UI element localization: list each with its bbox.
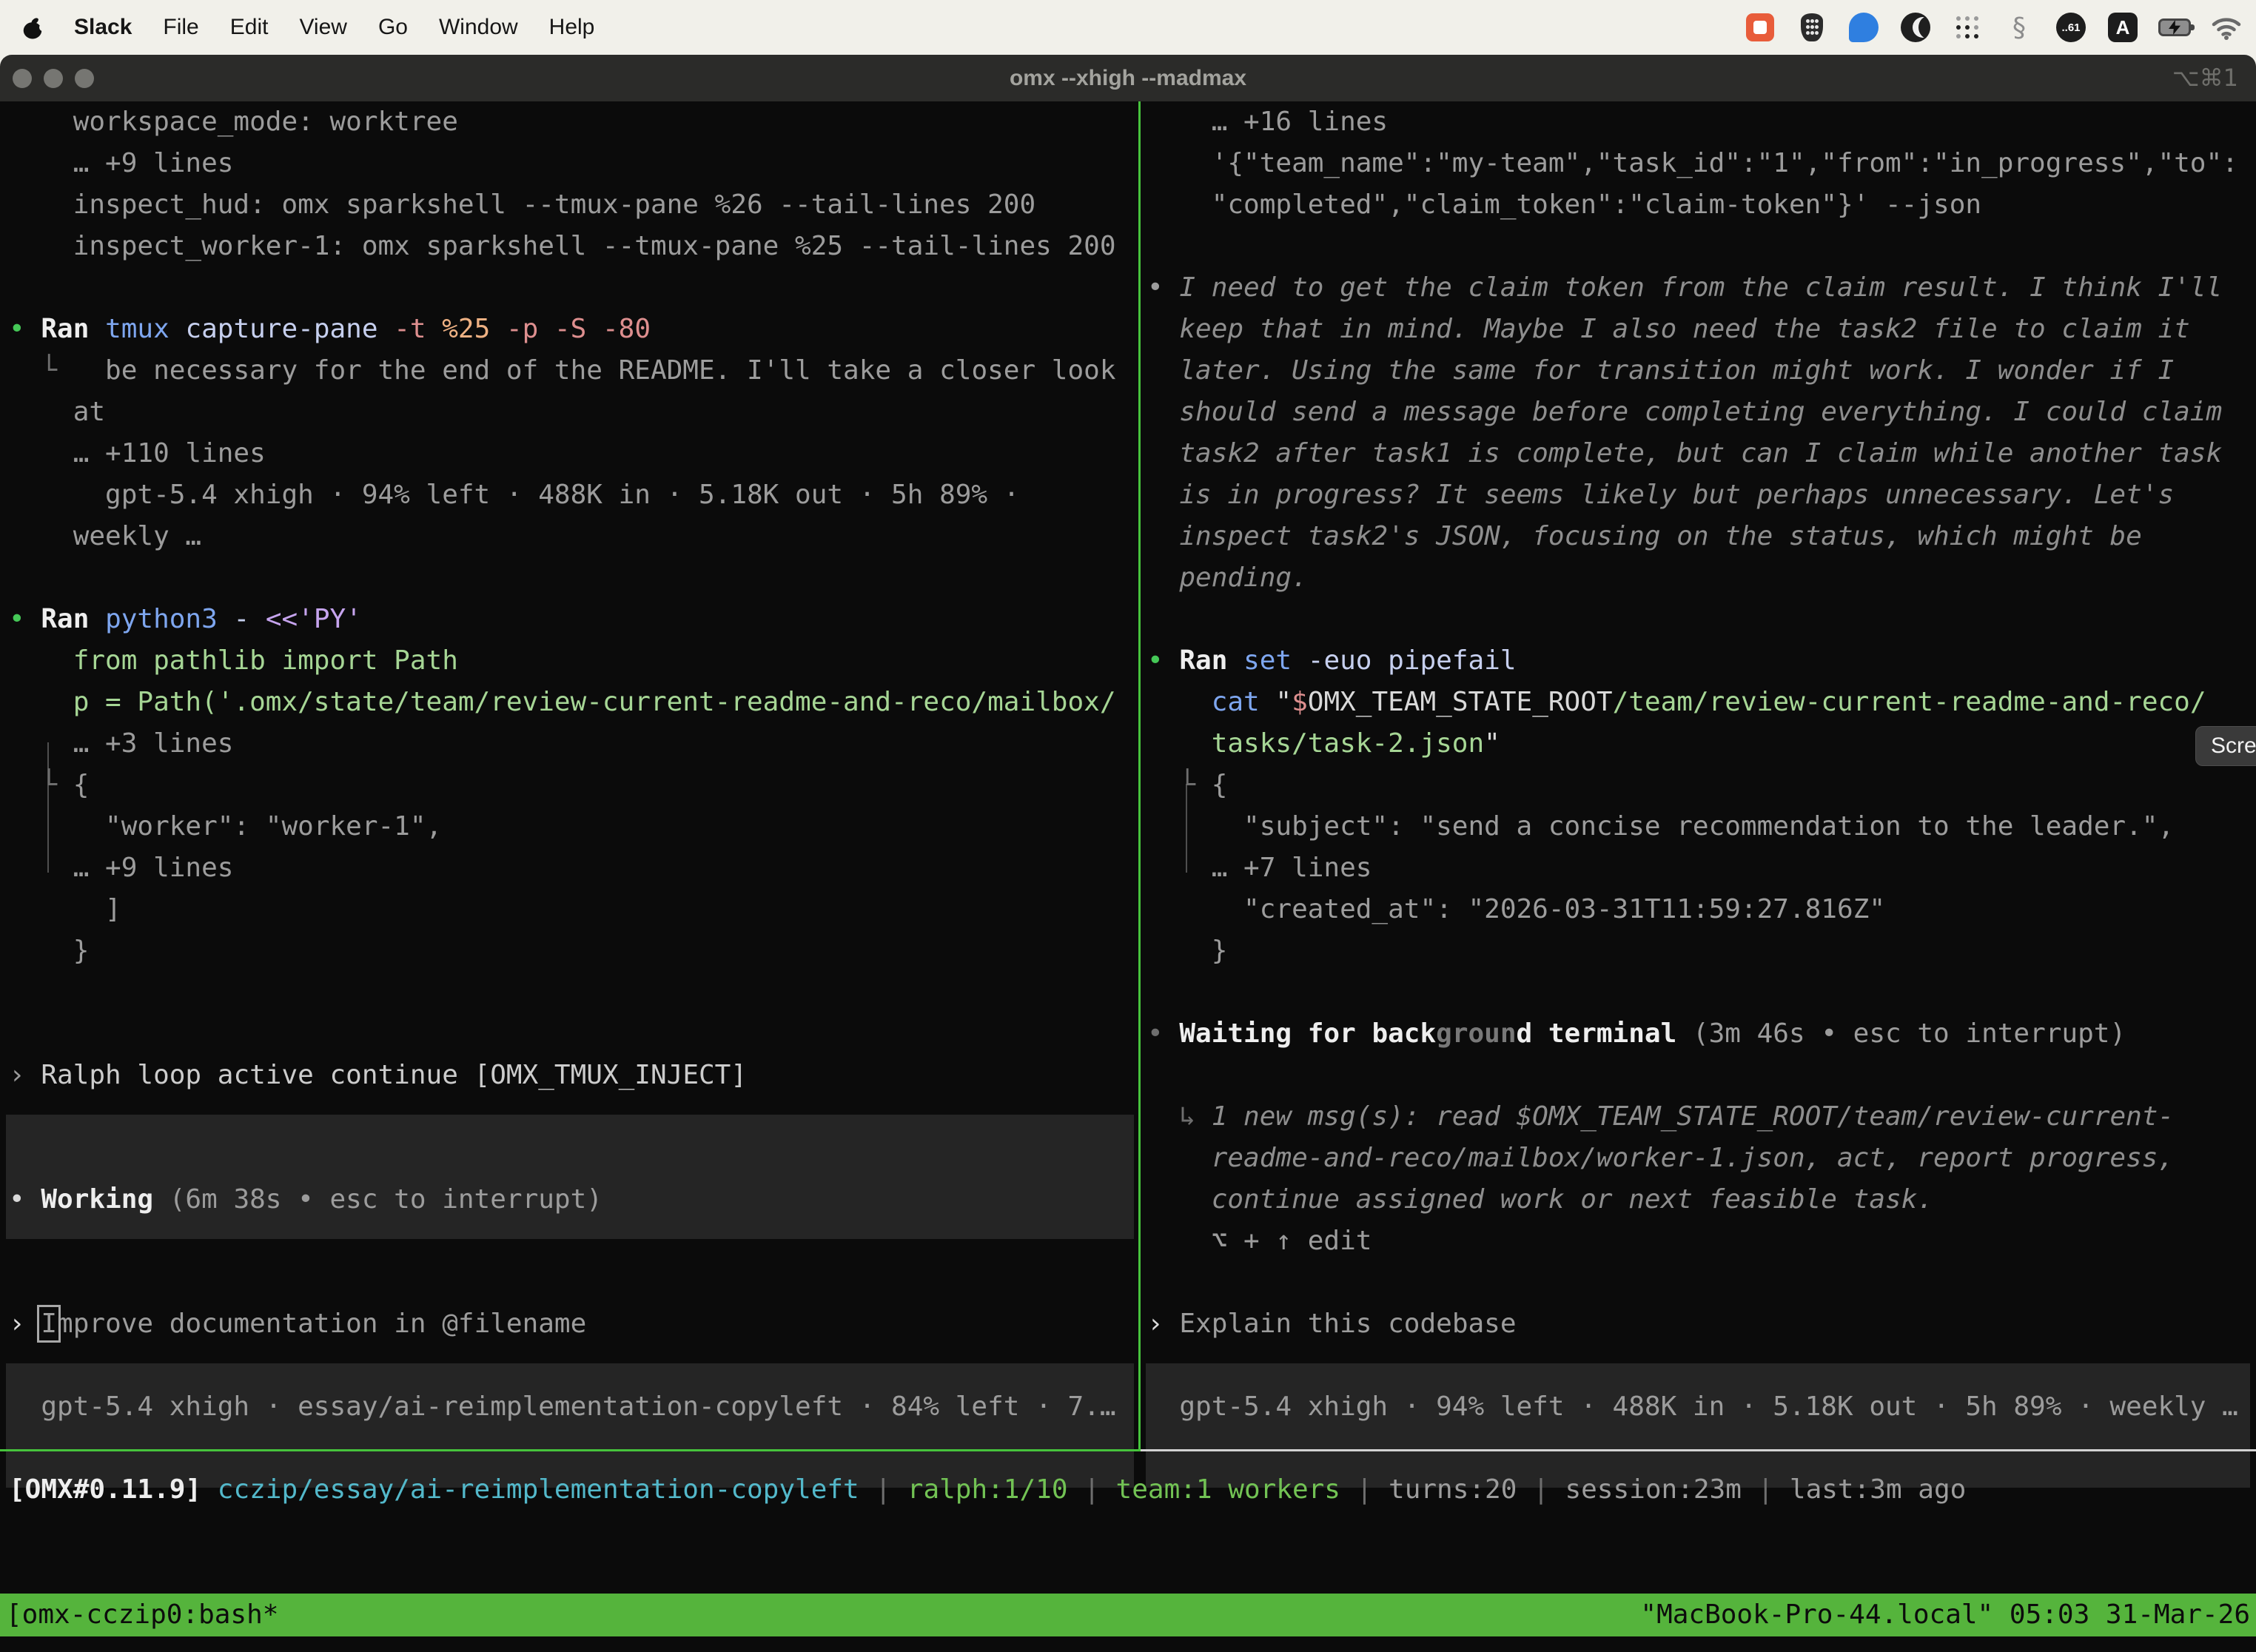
menu-bar-status-icons: § ..61 A [1744,11,2256,44]
menu-item-go[interactable]: Go [378,15,408,40]
terminal-line: ] [9,889,121,930]
terminal-line: "completed","claim_token":"claim-token"}… [1147,184,1981,226]
terminal-line: … +110 lines [9,433,266,474]
terminal-line: "worker": "worker-1", [9,806,442,847]
terminal-line: should send a message before completing … [1147,392,2222,433]
terminal-viewport: workspace_mode: worktree … +9 lines insp… [0,101,2256,1652]
terminal-line: from pathlib import Path [9,640,458,682]
terminal-line: is in progress? It seems likely but perh… [1147,474,2174,516]
dots-grid-icon[interactable] [1951,11,1984,44]
terminal-line: tasks/task-2.json" [1147,723,1500,765]
squiggle-icon[interactable]: § [2003,11,2035,44]
terminal-line: readme-and-reco/mailbox/worker-1.json, a… [1147,1138,2174,1179]
menu-item-help[interactable]: Help [549,15,595,40]
window-title-bar: omx --xhigh --madmax ⌥⌘1 [0,55,2256,101]
apple-menu-icon[interactable] [22,16,43,39]
terminal-line: • Ran tmux capture-pane -t %25 -p -S -80 [9,309,651,350]
omx-status-line: [OMX#0.11.9] cczip/essay/ai-reimplementa… [9,1469,1966,1511]
menu-item-view[interactable]: View [299,15,346,40]
terminal-line: task2 after task1 is complete, but can I… [1147,433,2222,474]
terminal-line: p = Path('.omx/state/team/review-current… [9,682,1116,723]
tmux-host-clock: "MacBook-Pro-44.local" 05:03 31-Mar-26 [1640,1594,2250,1636]
terminal-line: └ be necessary for the end of the README… [9,350,1116,392]
left-session-status: gpt-5.4 xhigh · essay/ai-reimplementatio… [9,1386,1116,1428]
screenshot-app-icon[interactable] [1744,11,1776,44]
terminal-line: keep that in mind. Maybe I also need the… [1147,309,2190,350]
ralph-loop-status: › Ralph loop active continue [OMX_TMUX_I… [9,1055,747,1096]
crescent-circle-icon[interactable] [1899,11,1932,44]
right-input-line: › Explain this codebase [1147,1303,1517,1345]
terminal-line: … +3 lines [9,723,233,765]
terminal-line: gpt-5.4 xhigh · 94% left · 488K in · 5.1… [9,474,1019,516]
terminal-line: … +9 lines [9,847,233,889]
terminal-line: pending. [1147,557,1308,599]
badge-61-icon[interactable]: ..61 [2055,11,2087,44]
tmux-horizontal-pane-border-inactive[interactable] [1141,1449,2256,1451]
input-source-icon[interactable]: A [2106,11,2139,44]
left-input-line: › Improve documentation in @filename [9,1303,586,1345]
terminal-line: • Ran python3 - <<'PY' [9,599,362,640]
terminal-line: inspect_worker-1: omx sparkshell --tmux-… [9,226,1116,267]
menu-items: File Edit View Go Window Help [163,15,594,40]
menu-item-file[interactable]: File [163,15,198,40]
terminal-line: at [9,392,105,433]
terminal-line: "subject": "send a concise recommendatio… [1147,806,2174,847]
messenger-bolt-icon[interactable] [1847,11,1880,44]
tmux-status-bar: [omx-cczip0:bash* "MacBook-Pro-44.local"… [0,1594,2256,1636]
menu-item-edit[interactable]: Edit [230,15,269,40]
terminal-line: • I need to get the claim token from the… [1147,267,2222,309]
menu-item-window[interactable]: Window [439,15,518,40]
window-shortcut-hint: ⌥⌘1 [2172,55,2238,101]
working-status: • Working (6m 38s • esc to interrupt) [9,1179,602,1220]
tmux-vertical-pane-border[interactable] [1138,101,1141,1449]
terminal-line: … +7 lines [1147,847,1372,889]
wifi-icon[interactable] [2210,11,2243,44]
terminal-line: └ { [9,765,89,806]
battery-icon[interactable] [2158,11,2191,44]
edit-hint: ⌥ + ↑ edit [1147,1220,1372,1262]
terminal-line: '{"team_name":"my-team","task_id":"1","f… [1147,143,2238,184]
terminal-line: } [1147,930,1227,972]
tmux-horizontal-pane-border-active[interactable] [0,1449,1141,1451]
terminal-line: • Ran set -euo pipefail [1147,640,1517,682]
waiting-status: • Waiting for background terminal (3m 46… [1147,1013,2126,1055]
terminal-line: … +9 lines [9,143,233,184]
terminal-line: "created_at": "2026-03-31T11:59:27.816Z" [1147,889,1885,930]
tmux-session-window: [omx-cczip0:bash* [6,1594,278,1636]
screen: Slack File Edit View Go Window Help § ..61 A [0,0,2256,1652]
terminal-line: └ { [1147,765,1227,806]
terminal-line: continue assigned work or next feasible … [1147,1179,1933,1220]
terminal-line: inspect_hud: omx sparkshell --tmux-pane … [9,184,1035,226]
terminal-line: cat "$OMX_TEAM_STATE_ROOT/team/review-cu… [1147,682,2206,723]
window-title: omx --xhigh --madmax [0,55,2256,101]
macos-menu-bar: Slack File Edit View Go Window Help § ..61 A [0,0,2256,55]
right-session-status: gpt-5.4 xhigh · 94% left · 488K in · 5.1… [1147,1386,2238,1428]
terminal-line: weekly … [9,516,201,557]
terminal-line: inspect task2's JSON, focusing on the st… [1147,516,2142,557]
active-app-menu[interactable]: Slack [74,15,132,40]
terminal-line: ↳ 1 new msg(s): read $OMX_TEAM_STATE_ROO… [1147,1096,2174,1138]
terminal-line: … +16 lines [1147,101,1388,143]
terminal-line: } [9,930,89,972]
terminal-line: later. Using the same for transition mig… [1147,350,2174,392]
screen-tooltip: Scre [2195,726,2256,766]
keypad-shield-icon[interactable] [1796,11,1828,44]
menu-bar-left: Slack File Edit View Go Window Help [0,15,594,40]
terminal-line: workspace_mode: worktree [9,101,458,143]
